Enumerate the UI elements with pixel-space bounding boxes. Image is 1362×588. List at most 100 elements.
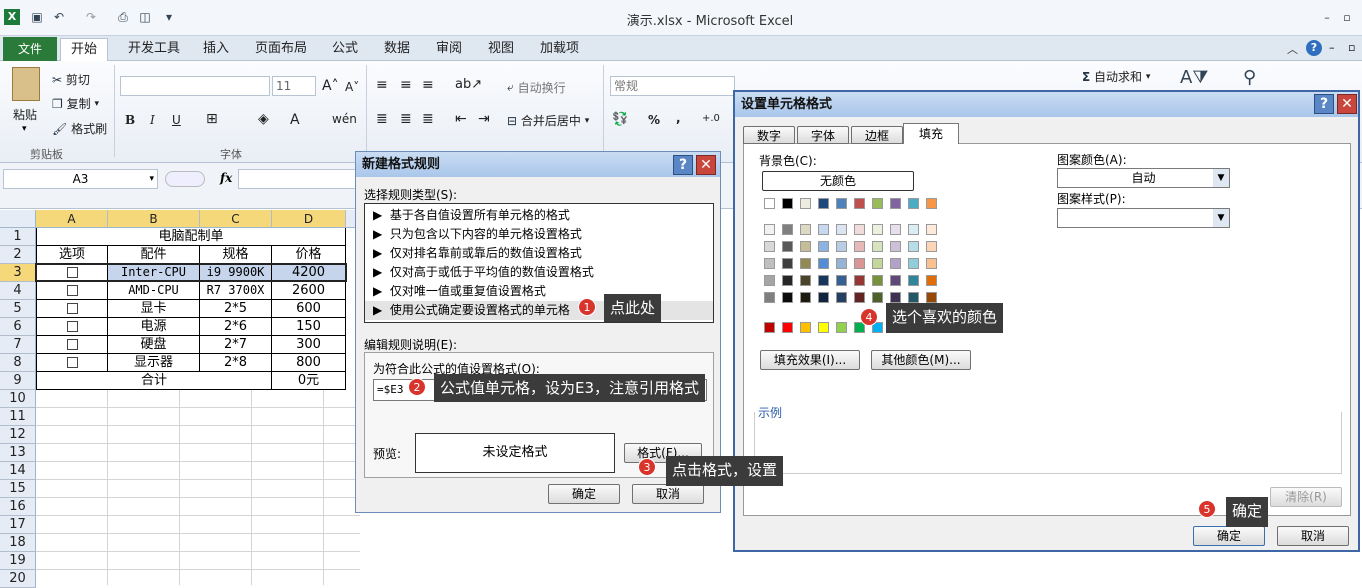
color-swatch[interactable] (872, 241, 883, 252)
color-swatch[interactable] (836, 241, 847, 252)
data-cell[interactable]: 300 (272, 336, 346, 354)
phonetic-icon[interactable]: wén (332, 112, 357, 126)
tab-border[interactable]: 边框 (851, 126, 903, 144)
dropdown-arrow-icon[interactable]: ▼ (1213, 209, 1229, 227)
row-header[interactable]: 3 (0, 264, 36, 282)
name-box[interactable]: A3 ▾ (3, 169, 158, 189)
color-swatch[interactable] (764, 275, 775, 286)
color-swatch[interactable] (890, 258, 901, 269)
print-icon[interactable]: ⎙ (114, 9, 132, 25)
header-cell[interactable]: 价格 (272, 246, 346, 264)
row-header[interactable]: 17 (0, 516, 36, 534)
color-swatch[interactable] (818, 198, 829, 209)
color-swatch[interactable] (890, 275, 901, 286)
pattern-style-select[interactable]: ▼ (1057, 208, 1230, 228)
color-swatch[interactable] (872, 292, 883, 303)
color-swatch[interactable] (926, 224, 937, 235)
workbook-minimize-icon[interactable]: – (1329, 41, 1335, 54)
restore-icon[interactable]: ▫ (1340, 12, 1354, 24)
color-swatch[interactable] (764, 322, 775, 333)
color-swatch[interactable] (800, 241, 811, 252)
color-swatch[interactable] (836, 322, 847, 333)
data-cell[interactable]: 2*5 (200, 300, 272, 318)
color-swatch[interactable] (818, 224, 829, 235)
checkbox-cell[interactable] (36, 336, 108, 354)
color-swatch[interactable] (764, 292, 775, 303)
minimize-icon[interactable]: – (1320, 12, 1334, 24)
color-swatch[interactable] (818, 322, 829, 333)
row-header[interactable]: 16 (0, 498, 36, 516)
color-swatch[interactable] (908, 292, 919, 303)
color-swatch[interactable] (800, 224, 811, 235)
autosum-button[interactable]: Σ 自动求和 ▾ (1082, 68, 1150, 85)
rule-item[interactable]: ▶ 基于各自值设置所有单元格的格式 (365, 206, 713, 225)
total-label-cell[interactable]: 合计 (36, 372, 272, 390)
color-swatch[interactable] (782, 224, 793, 235)
color-swatch[interactable] (800, 198, 811, 209)
color-swatch[interactable] (764, 224, 775, 235)
paste-button[interactable]: 粘贴 (13, 106, 37, 123)
color-swatch[interactable] (782, 258, 793, 269)
color-swatch[interactable] (764, 258, 775, 269)
row-header[interactable]: 10 (0, 390, 36, 408)
color-swatch[interactable] (872, 198, 883, 209)
row-header[interactable]: 11 (0, 408, 36, 426)
column-header[interactable]: B (108, 210, 200, 228)
font-size-box[interactable]: 11 (272, 76, 316, 96)
help-icon[interactable]: ? (1306, 40, 1322, 56)
font-color-icon[interactable]: A (290, 112, 300, 128)
tab-number[interactable]: 数字 (743, 126, 795, 144)
color-swatch[interactable] (890, 198, 901, 209)
tab-font[interactable]: 字体 (797, 126, 849, 144)
checkbox-cell[interactable] (36, 282, 108, 300)
color-swatch[interactable] (782, 322, 793, 333)
underline-button[interactable]: U (172, 113, 181, 127)
cut-button[interactable]: ✂ 剪切 (52, 71, 90, 88)
data-cell[interactable]: 电源 (108, 318, 200, 336)
row-header[interactable]: 18 (0, 534, 36, 552)
color-swatch[interactable] (854, 292, 865, 303)
help-button[interactable]: ? (673, 155, 693, 175)
color-swatch[interactable] (836, 198, 847, 209)
color-swatch[interactable] (764, 241, 775, 252)
color-swatch[interactable] (908, 224, 919, 235)
color-swatch[interactable] (782, 241, 793, 252)
align-middle-icon[interactable]: ≡ (400, 77, 412, 93)
color-swatch[interactable] (854, 224, 865, 235)
insert-function-button[interactable]: fx (220, 171, 232, 185)
data-cell[interactable]: 显卡 (108, 300, 200, 318)
data-cell[interactable]: 2*7 (200, 336, 272, 354)
tab-addins[interactable]: 加载项 (530, 38, 589, 61)
row-header[interactable]: 19 (0, 552, 36, 570)
header-cell[interactable]: 规格 (200, 246, 272, 264)
color-swatch[interactable] (782, 198, 793, 209)
row-header[interactable]: 2 (0, 246, 36, 264)
borders-icon[interactable]: ⊞ (206, 111, 218, 127)
cancel-button[interactable]: 取消 (632, 484, 704, 504)
color-swatch[interactable] (854, 258, 865, 269)
data-cell[interactable]: 2*6 (200, 318, 272, 336)
data-cell[interactable]: 150 (272, 318, 346, 336)
percent-button[interactable]: % (648, 113, 660, 127)
select-all-corner[interactable] (0, 210, 36, 228)
shrink-font-icon[interactable]: A˅ (345, 80, 359, 94)
decrease-indent-icon[interactable]: ⇤ (455, 111, 467, 127)
pattern-color-select[interactable]: 自动 ▼ (1057, 168, 1230, 188)
data-cell[interactable]: 2*8 (200, 354, 272, 372)
checkbox-cell[interactable] (36, 354, 108, 372)
color-swatch[interactable] (872, 224, 883, 235)
find-select-icon[interactable]: ⚲ (1243, 67, 1256, 88)
workbook-restore-icon[interactable]: ▫ (1348, 41, 1355, 54)
tab-formulas[interactable]: 公式 (322, 38, 368, 61)
color-swatch[interactable] (926, 258, 937, 269)
color-swatch[interactable] (926, 241, 937, 252)
color-swatch[interactable] (782, 275, 793, 286)
color-swatch[interactable] (836, 258, 847, 269)
font-name-box[interactable] (120, 76, 270, 96)
more-colors-button[interactable]: 其他颜色(M)... (871, 350, 971, 370)
color-swatch[interactable] (854, 198, 865, 209)
row-header[interactable]: 1 (0, 228, 36, 246)
color-swatch[interactable] (800, 292, 811, 303)
increase-indent-icon[interactable]: ⇥ (478, 111, 490, 127)
color-swatch[interactable] (800, 322, 811, 333)
